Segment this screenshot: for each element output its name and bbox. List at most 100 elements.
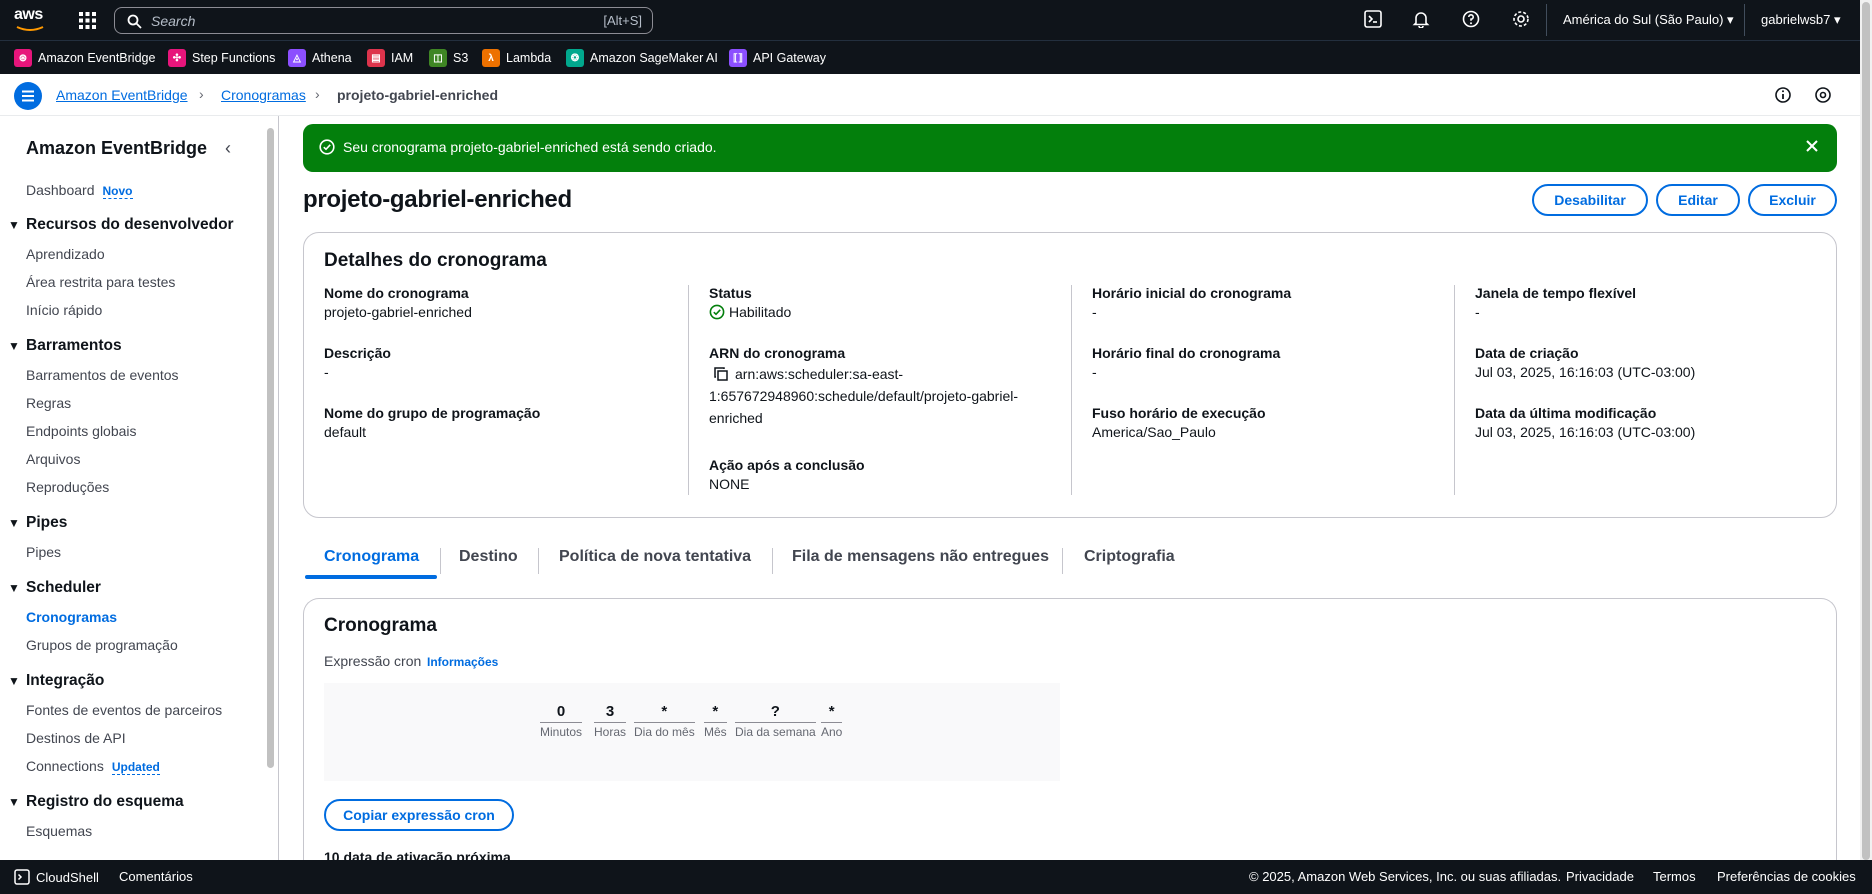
cron-expression-label: Expressão cron (324, 653, 422, 669)
section-pipes[interactable]: ▼ Pipes (8, 514, 67, 532)
privacy-link[interactable]: Privacidade (1566, 869, 1634, 884)
region-selector[interactable]: América do Sul (São Paulo) ▾ (1563, 12, 1734, 28)
sidebar-item-regras[interactable]: Regras (26, 395, 71, 411)
section-label: Recursos do desenvolvedor (26, 216, 234, 233)
lambda-icon: λ (482, 49, 500, 67)
sidebar-item-reproducoes[interactable]: Reproduções (26, 479, 109, 495)
terms-link[interactable]: Termos (1653, 869, 1696, 884)
navigation-menu-button[interactable] (14, 82, 42, 110)
favorite-label: Lambda (506, 51, 552, 65)
delete-button[interactable]: Excluir (1748, 184, 1837, 216)
details-column-2: Status Habilitado ARN do cronograma arn:… (688, 285, 1072, 495)
account-menu[interactable]: gabrielwsb7 ▾ (1761, 12, 1841, 28)
favorite-api-gateway[interactable]: ⟦⟧ API Gateway (729, 49, 826, 67)
arn-line: 1:657672948960:schedule/default/projeto-… (709, 388, 1019, 404)
sidebar-title[interactable]: Amazon EventBridge (26, 138, 207, 159)
arn-value: arn:aws:scheduler:sa-east- 1:65767294896… (709, 363, 1049, 429)
copy-cron-button[interactable]: Copiar expressão cron (324, 799, 514, 831)
schedule-card: Cronograma Expressão cron Informações 0 M… (303, 598, 1837, 878)
services-grid-icon[interactable] (79, 12, 96, 29)
info-link[interactable]: Informações (427, 655, 498, 669)
active-tab-indicator (305, 575, 437, 579)
sidebar-item-arquivos[interactable]: Arquivos (26, 451, 80, 467)
favorite-lambda[interactable]: λ Lambda (482, 49, 551, 67)
description-field: Descrição - (324, 345, 664, 383)
breadcrumb-eventbridge[interactable]: Amazon EventBridge (56, 87, 188, 103)
cron-label: Mês (704, 725, 727, 739)
field-label: Horário final do cronograma (1092, 345, 1281, 361)
disable-button[interactable]: Desabilitar (1532, 184, 1648, 216)
sidebar-item-grupos[interactable]: Grupos de programação (26, 637, 178, 653)
aws-logo[interactable]: aws (14, 6, 48, 32)
favorite-iam[interactable]: ▤ IAM (367, 49, 413, 67)
sidebar-item-inicio-rapido[interactable]: Início rápido (26, 302, 102, 318)
favorites-bar: ⊛ Amazon EventBridge ✣ Step Functions ◬ Ath… (0, 40, 1872, 74)
tab-politica-tentativa[interactable]: Política de nova tentativa (559, 548, 751, 566)
section-scheduler[interactable]: ▼ Scheduler (8, 579, 101, 597)
page-scrollbar[interactable] (1860, 0, 1872, 860)
sidebar-item-aprendizado[interactable]: Aprendizado (26, 246, 105, 262)
favorite-label: Step Functions (192, 51, 276, 65)
sidebar-item-fontes-parceiros[interactable]: Fontes de eventos de parceiros (26, 702, 222, 718)
sidebar-item-cronogramas[interactable]: Cronogramas (26, 609, 117, 625)
status-field: Status Habilitado (709, 285, 1049, 323)
section-integracao[interactable]: ▼ Integração (8, 672, 104, 690)
help-icon[interactable] (1462, 10, 1480, 31)
tab-fila-mensagens[interactable]: Fila de mensagens não entregues (792, 548, 1049, 566)
cloudshell-icon[interactable] (1364, 10, 1382, 31)
search-input[interactable]: Search [Alt+S] (114, 7, 653, 34)
favorite-sagemaker[interactable]: ❂ Amazon SageMaker AI (566, 49, 718, 67)
caret-down-icon: ▾ (1834, 12, 1841, 27)
collapse-sidebar-icon[interactable]: ‹ (225, 138, 231, 159)
sidebar-item-connections[interactable]: Connections Updated (26, 758, 160, 775)
favorite-eventbridge[interactable]: ⊛ Amazon EventBridge (14, 49, 155, 67)
settings-panel-icon[interactable] (1814, 86, 1832, 104)
info-icon[interactable] (1774, 86, 1792, 104)
scrollbar-thumb[interactable] (267, 128, 274, 768)
favorite-athena[interactable]: ◬ Athena (288, 49, 352, 67)
cron-value: * (634, 703, 695, 723)
sidebar-scrollbar[interactable] (266, 116, 276, 860)
favorite-label: Amazon EventBridge (38, 51, 156, 65)
edit-button[interactable]: Editar (1656, 184, 1740, 216)
field-label: Ação após a conclusão (709, 457, 865, 473)
cron-label: Dia do mês (634, 725, 695, 739)
sidebar-item-pipes[interactable]: Pipes (26, 544, 61, 560)
cron-value: * (704, 703, 727, 723)
field-label: Descrição (324, 345, 391, 361)
copy-icon[interactable] (713, 366, 729, 382)
sidebar-item-esquemas[interactable]: Esquemas (26, 823, 92, 839)
field-value: projeto-gabriel-enriched (324, 304, 472, 320)
tab-criptografia[interactable]: Criptografia (1084, 548, 1175, 566)
sidebar-item-destinos-api[interactable]: Destinos de API (26, 730, 126, 746)
nav-divider (1744, 4, 1745, 36)
card-title: Cronograma (324, 615, 437, 636)
bell-icon[interactable] (1412, 10, 1430, 31)
section-recursos[interactable]: ▼ Recursos do desenvolvedor (8, 216, 234, 234)
scrollbar-thumb[interactable] (1862, 2, 1870, 860)
cookie-preferences-link[interactable]: Preferências de cookies (1717, 869, 1856, 884)
favorite-s3[interactable]: ◫ S3 (429, 49, 468, 67)
breadcrumb-cronogramas[interactable]: Cronogramas (221, 87, 306, 103)
sidebar-item-endpoints[interactable]: Endpoints globais (26, 423, 137, 439)
schedule-name-field: Nome do cronograma projeto-gabriel-enric… (324, 285, 664, 323)
modified-date-field: Data da última modificação Jul 03, 2025,… (1475, 405, 1815, 443)
caret-down-icon: ▾ (1727, 12, 1734, 27)
sidebar-item-area-restrita[interactable]: Área restrita para testes (26, 274, 175, 290)
cron-label: Horas (594, 725, 627, 739)
field-value: Jul 03, 2025, 16:16:03 (UTC-03:00) (1475, 424, 1696, 440)
gear-icon[interactable] (1512, 10, 1530, 31)
tab-destino[interactable]: Destino (459, 548, 518, 566)
sidebar-item-barramentos-eventos[interactable]: Barramentos de eventos (26, 367, 179, 383)
field-label: Janela de tempo flexível (1475, 285, 1637, 301)
tab-cronograma[interactable]: Cronograma (324, 548, 419, 566)
close-icon[interactable] (1803, 137, 1821, 155)
section-barramentos[interactable]: ▼ Barramentos (8, 337, 122, 355)
section-registro-esquema[interactable]: ▼ Registro do esquema (8, 793, 184, 811)
nav-divider (1546, 4, 1547, 36)
favorite-step-functions[interactable]: ✣ Step Functions (168, 49, 275, 67)
feedback-link[interactable]: Comentários (119, 869, 193, 884)
cloudshell-button[interactable]: CloudShell (14, 869, 99, 885)
api-gateway-icon: ⟦⟧ (729, 49, 747, 67)
sidebar-item-dashboard[interactable]: Dashboard Novo (26, 182, 133, 199)
